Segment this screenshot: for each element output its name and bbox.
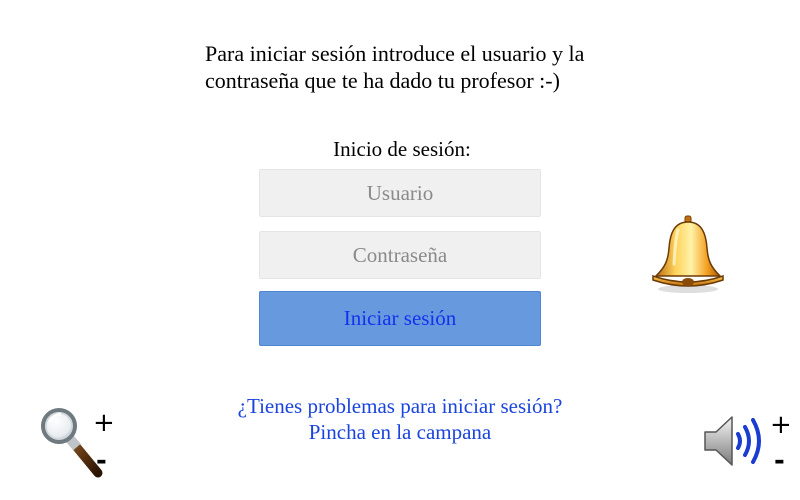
volume-up-button[interactable]: +	[770, 412, 792, 438]
username-input[interactable]	[259, 169, 541, 217]
login-button[interactable]: Iniciar sesión	[259, 291, 541, 346]
zoom-out-button[interactable]: -	[96, 448, 107, 474]
login-panel: Inicio de sesión: Iniciar sesión	[234, 100, 570, 358]
intro-line-1: Para iniciar sesión introduce el usuario…	[205, 41, 585, 66]
intro-line-2: contraseña que te ha dado tu profesor :-…	[205, 68, 560, 93]
help-line-1: ¿Tienes problemas para iniciar sesión?	[237, 394, 563, 418]
intro-text: Para iniciar sesión introduce el usuario…	[205, 40, 645, 94]
volume-down-button[interactable]: -	[774, 448, 785, 474]
help-text: ¿Tienes problemas para iniciar sesión? P…	[190, 393, 610, 445]
speaker-icon	[702, 412, 772, 470]
bell-icon[interactable]	[648, 212, 728, 294]
help-line-2: Pincha en la campana	[308, 420, 492, 444]
password-input[interactable]	[259, 231, 541, 279]
zoom-in-button[interactable]: +	[93, 410, 115, 436]
login-title: Inicio de sesión:	[333, 137, 471, 161]
